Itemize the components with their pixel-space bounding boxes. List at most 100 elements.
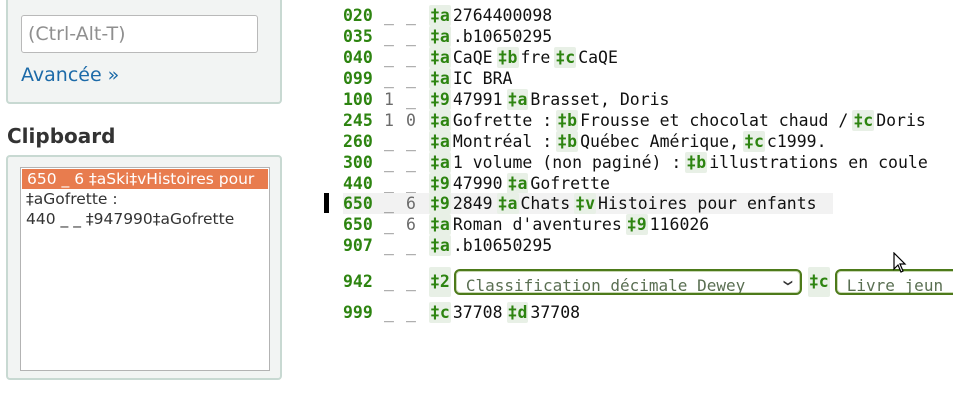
subfields: ‡a .b10650295 xyxy=(429,235,556,256)
indicator-1: _ xyxy=(384,132,394,151)
subfield-value: 47991 xyxy=(452,90,503,109)
subfield-value: CaQE xyxy=(578,48,618,67)
subfield-code: ‡d xyxy=(506,302,529,323)
subfield[interactable]: ‡c c1999. xyxy=(743,131,827,152)
subfield[interactable]: ‡a .b10650295 xyxy=(429,26,552,47)
subfield[interactable]: ‡9 116026 xyxy=(625,214,709,235)
subfield-code: ‡a xyxy=(496,193,519,214)
subfields: ‡a Montréal : ‡b Québec Amérique, ‡c c1999. xyxy=(429,131,831,152)
subfield-code: ‡c xyxy=(554,47,577,68)
field-tag[interactable]: 999 xyxy=(343,302,379,323)
indicator-1: _ xyxy=(384,27,394,46)
subfield-value: 2849 xyxy=(452,194,493,213)
field-tag[interactable]: 650 xyxy=(343,214,379,235)
subfield[interactable]: ‡a CaQE xyxy=(429,47,493,68)
field-tag[interactable]: 100 xyxy=(343,89,379,110)
field-tag[interactable]: 907 xyxy=(343,235,379,256)
indicator-1: _ xyxy=(384,272,394,291)
subfield[interactable]: ‡v Histoires pour enfants xyxy=(574,193,817,214)
indicator-1: _ xyxy=(384,194,394,213)
clipboard-list[interactable]: 650 _ 6 ‡aSki‡vHistoires pour ‡aGofrette… xyxy=(20,167,270,371)
field-tag[interactable]: 099 xyxy=(343,68,379,89)
indicator-1: _ xyxy=(384,69,394,88)
subfield[interactable]: ‡a 2764400098 xyxy=(429,5,552,26)
subfield[interactable]: ‡c CaQE xyxy=(554,47,618,68)
subfield-code: ‡2 xyxy=(429,267,451,297)
clipboard-item[interactable]: ‡aGofrette : xyxy=(21,189,269,209)
subfield-code: ‡a xyxy=(429,214,451,235)
subfield-code: ‡a xyxy=(429,110,451,131)
advanced-search-link[interactable]: Avancée » xyxy=(21,64,119,86)
subfields: ‡a CaQE ‡b fre ‡c CaQE xyxy=(429,47,622,68)
subfield-code: ‡a xyxy=(429,5,451,26)
field-tag[interactable]: 020 xyxy=(343,5,379,26)
field-tag[interactable]: 300 xyxy=(343,152,379,173)
indicator-2: _ xyxy=(406,6,416,25)
indicator-2: _ xyxy=(406,174,416,193)
subfields: ‡9 47991 ‡a Brasset, Doris xyxy=(429,89,674,110)
subfield[interactable]: ‡a IC BRA xyxy=(429,68,512,89)
subfields: ‡c 37708 ‡d 37708 xyxy=(429,302,584,323)
indicator-2: _ xyxy=(406,90,416,109)
subfield[interactable]: ‡c Doris xyxy=(852,110,926,131)
subfield-value: Frousse et chocolat chaud / xyxy=(580,111,849,130)
subfields: ‡9 2849 ‡a Chats ‡v Histoires pour enfants xyxy=(429,193,821,214)
subfield-code: ‡9 xyxy=(625,214,648,235)
subfield[interactable]: ‡c 37708 xyxy=(429,302,503,323)
subfield-value: 2764400098 xyxy=(452,6,553,25)
field-tag[interactable]: 260 xyxy=(343,131,379,152)
subfields: ‡a IC BRA xyxy=(429,68,516,89)
indicator-1: _ xyxy=(384,48,394,67)
indicator-2: 0 xyxy=(406,111,416,130)
subfield-code: ‡c xyxy=(807,267,830,297)
subfield-value: 37708 xyxy=(530,303,581,322)
subfield[interactable]: ‡a 1 volume (non paginé) : xyxy=(429,152,681,173)
field-tag[interactable]: 650 xyxy=(343,193,379,214)
indicator-1: _ xyxy=(384,215,394,234)
current-field-marker xyxy=(324,193,329,213)
subfield-value: Québec Amérique, xyxy=(580,132,740,151)
indicator-2: _ xyxy=(406,48,416,67)
field-tag[interactable]: 245 xyxy=(343,110,379,131)
subfield[interactable]: ‡a Brasset, Doris xyxy=(506,89,670,110)
search-input[interactable] xyxy=(21,15,258,53)
subfield[interactable]: ‡b Frousse et chocolat chaud / xyxy=(556,110,848,131)
field-tag[interactable]: 942 xyxy=(343,267,379,297)
subfield[interactable]: ‡b Québec Amérique, xyxy=(556,131,739,152)
indicator-1: _ xyxy=(384,6,394,25)
subfield[interactable]: ‡9 47990 xyxy=(429,173,503,194)
subfields: ‡2 Classification décimale Dewey ❯ ‡c Livre … xyxy=(429,267,953,297)
subfield[interactable]: ‡9 2849 xyxy=(429,193,493,214)
subfields: ‡a .b10650295 xyxy=(429,26,556,47)
classification-select[interactable]: Classification décimale Dewey ❯ xyxy=(453,269,802,295)
subfield[interactable]: ‡9 47991 xyxy=(429,89,503,110)
subfield-value: Brasset, Doris xyxy=(530,90,670,109)
subfield[interactable]: ‡a Gofrette : xyxy=(429,110,552,131)
subfield-code: ‡b xyxy=(496,47,519,68)
subfield-code: ‡c xyxy=(743,131,765,152)
subfield[interactable]: ‡b illustrations en coule xyxy=(685,152,928,173)
clipboard-item[interactable]: 440 _ _ ‡947990‡aGofrette xyxy=(21,209,269,229)
subfield-code: ‡a xyxy=(429,68,451,89)
field-tag[interactable]: 440 xyxy=(343,173,379,194)
subfield-code: ‡9 xyxy=(429,89,451,110)
indicator-2: _ xyxy=(406,272,416,291)
subfield[interactable]: ‡a Chats xyxy=(496,193,570,214)
subfield-code: ‡a xyxy=(429,152,451,173)
subfields: ‡9 47990 ‡a Gofrette xyxy=(429,173,614,194)
field-tag[interactable]: 040 xyxy=(343,47,379,68)
subfield[interactable]: ‡a Gofrette xyxy=(506,173,610,194)
subfield-code: ‡b xyxy=(685,152,708,173)
subfield[interactable]: ‡d 37708 xyxy=(506,302,581,323)
subfield[interactable]: ‡a Roman d'aventures xyxy=(429,214,622,235)
subfield[interactable]: ‡a Montréal : xyxy=(429,131,552,152)
clipboard-item-selected[interactable]: 650 _ 6 ‡aSki‡vHistoires pour xyxy=(22,169,268,189)
subfield-value: 1 volume (non paginé) : xyxy=(452,153,682,172)
subfield[interactable]: ‡b fre xyxy=(496,47,550,68)
field-tag[interactable]: 035 xyxy=(343,26,379,47)
indicator-2: 6 xyxy=(406,215,416,234)
subfield-value: Montréal : xyxy=(452,132,553,151)
indicator-2: _ xyxy=(406,132,416,151)
subfield[interactable]: ‡a .b10650295 xyxy=(429,235,552,256)
subfields: ‡a Roman d'aventures ‡9 116026 xyxy=(429,214,713,235)
